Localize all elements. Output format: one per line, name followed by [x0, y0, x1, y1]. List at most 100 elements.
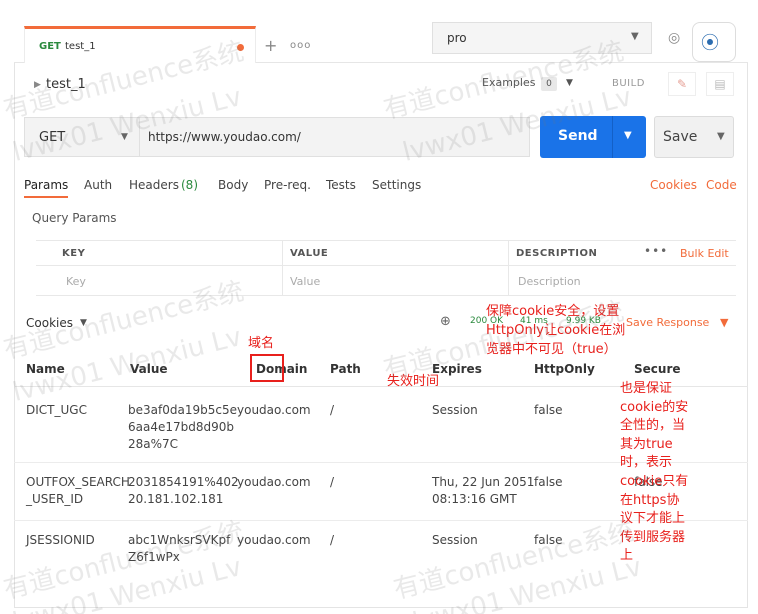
more-icon[interactable]: ••• — [644, 244, 668, 258]
col-httponly: HttpOnly — [534, 362, 595, 376]
cookie-name-line: OUTFOX_SEARCH — [26, 475, 130, 489]
pencil-icon[interactable]: ✎ — [668, 72, 696, 96]
tab-name: test_1 — [65, 41, 96, 52]
annotation-expires: 失效时间 — [387, 374, 440, 389]
annotation-domain: 域名 — [248, 336, 275, 351]
more-tabs-icon[interactable]: ooo — [290, 40, 311, 51]
cookie-name: OUTFOX_SEARCH _USER_ID — [26, 474, 130, 508]
unsaved-dot-icon — [237, 44, 244, 51]
annotation-line: HttpOnly让cookie在浏 — [486, 323, 626, 338]
caret-down-icon[interactable]: ▼ — [566, 78, 573, 88]
value-input[interactable]: Value — [290, 275, 320, 288]
description-input[interactable]: Description — [518, 275, 581, 288]
scan-button[interactable]: ⦿ — [692, 22, 736, 62]
caret-down-icon[interactable]: ▼ — [717, 131, 725, 142]
cookie-value-line: 28a%7C — [128, 437, 179, 451]
method-select[interactable]: GET ▼ — [24, 117, 140, 157]
tab-pre-request[interactable]: Pre-req. — [264, 178, 311, 192]
cookie-path: / — [330, 533, 335, 547]
caret-down-icon: ▼ — [631, 31, 639, 42]
cookie-name: DICT_UGC — [26, 402, 87, 419]
cookie-value: abc1WnksrSVKpf Z6f1wPx — [128, 532, 230, 566]
url-input[interactable]: https://www.youdao.com/ — [140, 117, 530, 157]
cookie-expires: Thu, 22 Jun 2051 08:13:16 GMT — [432, 474, 534, 508]
cookie-expires: Session — [432, 533, 478, 547]
annotation-line: cookie的安 — [620, 399, 689, 415]
request-tab[interactable]: GET test_1 — [24, 26, 256, 63]
code-link[interactable]: Code — [706, 178, 737, 192]
caret-down-icon[interactable]: ▼ — [80, 318, 87, 328]
build-label[interactable]: BUILD — [612, 78, 645, 89]
annotation-line: 传到服务器 — [620, 529, 686, 545]
caret-right-icon[interactable]: ▶ — [34, 80, 41, 90]
tab-settings[interactable]: Settings — [372, 178, 421, 192]
col-secure: Secure — [634, 362, 681, 376]
caret-down-icon: ▼ — [121, 132, 128, 142]
cookie-value-line: be3af0da19b5c5e — [128, 403, 237, 417]
cookie-value-line: 6aa4e17bd8d90b — [128, 420, 235, 434]
annotation-line: 时，表示 — [620, 455, 673, 471]
cookie-httponly: false — [534, 403, 563, 417]
save-response-link[interactable]: Save Response — [626, 316, 709, 329]
caret-down-icon[interactable]: ▼ — [624, 130, 632, 141]
cookie-value-line: 2031854191%402 — [128, 475, 239, 489]
tab-headers[interactable]: Headers — [129, 178, 179, 192]
eye-icon[interactable]: ◎ — [668, 30, 680, 46]
params-empty-row: Key Value Description — [36, 266, 736, 296]
send-divider — [612, 116, 613, 158]
annotation-line: 全性的，当 — [620, 418, 686, 434]
cookie-value-line: abc1WnksrSVKpf — [128, 533, 231, 547]
tab-params[interactable]: Params — [24, 178, 68, 192]
annotation-line: cookie只有 — [620, 473, 689, 489]
annotation-line: 也是保证 — [620, 381, 673, 396]
tab-auth[interactable]: Auth — [84, 178, 112, 192]
bulk-edit-link[interactable]: Bulk Edit — [680, 247, 729, 260]
cookie-expires: Session — [432, 403, 478, 417]
annotation-httponly: 保障cookie安全，设置 HttpOnly让cookie在浏 览器中不可见（t… — [486, 302, 625, 359]
description-header: DESCRIPTION — [516, 248, 598, 259]
examples-dropdown[interactable]: Examples — [482, 76, 535, 89]
cookie-value-line: 20.181.102.181 — [128, 492, 224, 506]
examples-count-badge: 0 — [541, 77, 557, 91]
save-button[interactable]: Save ▼ — [654, 116, 734, 158]
annotation-line: 保障cookie安全，设置 — [486, 304, 620, 319]
request-name: test_1 — [46, 77, 86, 92]
key-header: KEY — [62, 248, 86, 259]
cookie-httponly: false — [534, 475, 563, 489]
cookie-name: JSESSIONID — [26, 533, 95, 547]
query-params-title: Query Params — [32, 211, 117, 225]
environment-select[interactable]: pro ▼ — [432, 22, 652, 54]
scan-icon: ⦿ — [701, 33, 719, 54]
send-button[interactable]: Send ▼ — [540, 116, 646, 158]
tab-body[interactable]: Body — [218, 178, 248, 192]
caret-down-icon[interactable]: ▼ — [720, 316, 728, 329]
annotation-line: 览器中不可见（true） — [486, 342, 617, 357]
cookie-value: 2031854191%402 20.181.102.181 — [128, 474, 239, 508]
cookie-expires-line: Thu, 22 Jun 2051 — [432, 475, 535, 489]
cookie-name-line: DICT_UGC — [26, 403, 87, 417]
cookie-domain: youdao.com — [237, 475, 311, 489]
cookie-domain: youdao.com — [237, 533, 311, 547]
col-path: Path — [330, 362, 361, 376]
response-cookies-tab[interactable]: Cookies — [26, 316, 73, 330]
annotation-line: 议下才能上 — [620, 511, 686, 527]
params-table-header: KEY VALUE DESCRIPTION ••• Bulk Edit — [36, 240, 736, 266]
cookie-value: be3af0da19b5c5e 6aa4e17bd8d90b 28a%7C — [128, 402, 237, 453]
annotation-line: 上 — [620, 548, 634, 564]
active-tab-underline — [24, 196, 68, 198]
document-icon[interactable]: ▤ — [706, 72, 734, 96]
cookies-link[interactable]: Cookies — [650, 178, 697, 192]
save-label: Save — [663, 129, 698, 145]
cookie-value-line: Z6f1wPx — [128, 550, 180, 564]
tab-tests[interactable]: Tests — [326, 178, 356, 192]
column-divider — [282, 240, 283, 296]
domain-highlight-box — [250, 354, 284, 382]
globe-icon[interactable]: ⊕ — [440, 314, 451, 329]
cookie-expires-line: 08:13:16 GMT — [432, 492, 517, 506]
cookie-domain: youdao.com — [237, 403, 311, 417]
headers-count: (8) — [181, 178, 198, 192]
key-input[interactable]: Key — [66, 275, 86, 288]
col-value: Value — [130, 362, 168, 376]
column-divider — [508, 240, 509, 296]
new-tab-plus-icon[interactable]: + — [264, 36, 277, 55]
